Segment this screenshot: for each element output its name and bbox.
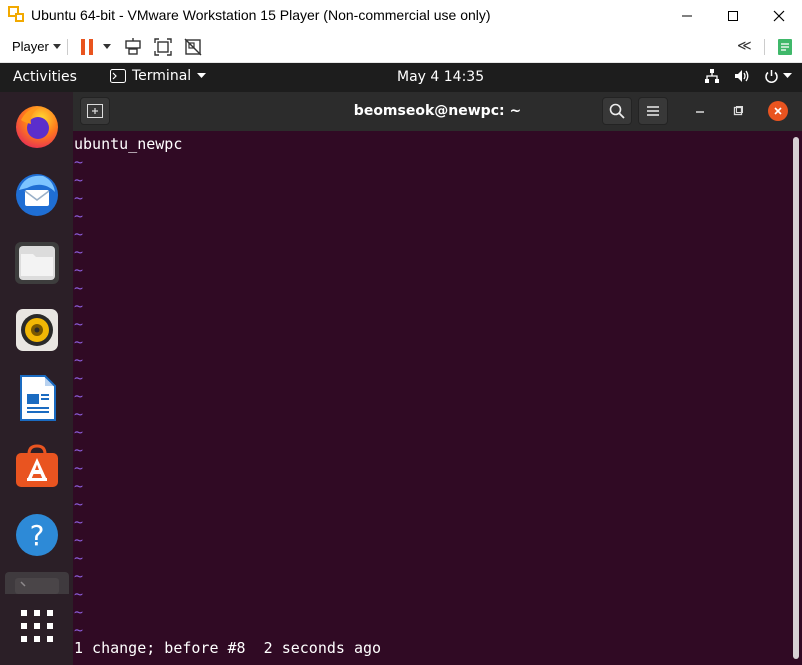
tilde-line: ~ (74, 405, 84, 423)
terminal-icon (15, 578, 59, 594)
app-menu-label: Terminal (132, 68, 192, 84)
tilde-line: ~ (74, 369, 84, 387)
terminal-scrollbar[interactable] (793, 137, 799, 659)
tilde-line: ~ (74, 459, 84, 477)
svg-text:?: ? (30, 519, 45, 552)
notes-icon[interactable] (775, 37, 795, 57)
tilde-line: ~ (74, 171, 84, 189)
tilde-line: ~ (74, 423, 84, 441)
activities-button[interactable]: Activities (13, 69, 77, 85)
tilde-line: ~ (74, 513, 84, 531)
maximize-button[interactable] (710, 0, 756, 31)
chevron-down-icon (783, 73, 792, 78)
vmware-toolbar: Player ≪ (0, 31, 802, 63)
help-icon[interactable]: ? (13, 510, 61, 558)
buffer-first-line: ubuntu_newpc (74, 135, 183, 153)
tilde-line: ~ (74, 189, 84, 207)
volume-icon (735, 70, 749, 82)
close-icon (774, 107, 782, 115)
send-ctrl-alt-del-icon[interactable] (123, 37, 143, 57)
player-menu-label: Player (12, 39, 49, 54)
vim-status-line: 1 change; before #8 2 seconds ago (74, 639, 382, 657)
thunderbird-icon[interactable] (13, 170, 61, 218)
tilde-line: ~ (74, 621, 84, 639)
tilde-line: ~ (74, 603, 84, 621)
firefox-icon[interactable] (13, 102, 61, 150)
libreoffice-writer-icon[interactable] (13, 374, 61, 422)
terminal-title: beomseok@newpc: ~ (353, 103, 522, 119)
unity-mode-icon[interactable] (183, 37, 203, 57)
collapse-toolbar-icon[interactable]: ≪ (737, 38, 752, 54)
tilde-line: ~ (74, 261, 84, 279)
system-tray[interactable] (704, 68, 792, 84)
gnome-top-bar: Activities Terminal May 4 14:35 (0, 63, 802, 92)
terminal-close-button[interactable] (768, 101, 788, 121)
close-button[interactable] (756, 0, 802, 31)
tilde-line: ~ (74, 567, 84, 585)
minimize-icon[interactable] (695, 110, 705, 114)
show-applications-icon[interactable] (13, 602, 61, 650)
chevron-down-icon (52, 43, 61, 49)
clock[interactable]: May 4 14:35 (397, 69, 484, 85)
window-titlebar: Ubuntu 64-bit - VMware Workstation 15 Pl… (0, 0, 802, 31)
tilde-line: ~ (74, 585, 84, 603)
close-icon (773, 10, 785, 21)
toolbar-divider (67, 39, 68, 55)
pause-icon[interactable] (77, 37, 97, 57)
maximize-icon (728, 10, 738, 21)
terminal-headerbar: beomseok@newpc: ~ (73, 92, 802, 131)
tilde-line: ~ (74, 495, 84, 513)
power-menu[interactable] (764, 69, 792, 84)
fullscreen-icon[interactable] (153, 37, 173, 57)
pause-dropdown-icon[interactable] (103, 44, 111, 50)
dock: ? (0, 92, 73, 665)
tilde-line: ~ (74, 531, 84, 549)
tilde-line: ~ (74, 279, 84, 297)
tilde-line: ~ (74, 387, 84, 405)
tilde-line: ~ (74, 207, 84, 225)
rhythmbox-icon[interactable] (13, 306, 61, 354)
window-title: Ubuntu 64-bit - VMware Workstation 15 Pl… (31, 7, 491, 23)
tilde-line: ~ (74, 441, 84, 459)
ubuntu-software-icon[interactable] (13, 442, 61, 490)
tilde-line: ~ (74, 333, 84, 351)
chevron-down-icon (197, 73, 207, 78)
tilde-line: ~ (74, 549, 84, 567)
tilde-line: ~ (74, 351, 84, 369)
network-icon (705, 69, 719, 83)
tilde-line: ~ (74, 297, 84, 315)
tilde-line: ~ (74, 315, 84, 333)
files-icon[interactable] (13, 238, 61, 286)
menu-button[interactable] (638, 97, 668, 125)
vmware-logo-icon (8, 6, 24, 22)
maximize-icon[interactable] (733, 106, 743, 116)
terminal-body[interactable]: ubuntu_newpc ~ ~ ~ ~ ~ ~ ~ ~ ~ ~ ~ ~ ~ ~ ~ ~ ~ ~ ~ ~ ~ ~ ~ ~ ~ ~ ~… (73, 131, 802, 665)
search-button[interactable] (602, 97, 632, 125)
toolbar-divider (764, 39, 765, 55)
hamburger-menu-icon (647, 106, 659, 116)
power-icon (765, 69, 778, 83)
tilde-line: ~ (74, 477, 84, 495)
tilde-line: ~ (74, 153, 84, 171)
minimize-icon (682, 15, 692, 16)
tilde-line: ~ (74, 243, 84, 261)
player-menu[interactable]: Player (12, 39, 61, 54)
minimize-button[interactable] (664, 0, 710, 31)
terminal-icon (110, 69, 126, 83)
search-icon (609, 103, 625, 119)
tilde-line: ~ (74, 225, 84, 243)
app-menu[interactable]: Terminal (110, 68, 207, 84)
